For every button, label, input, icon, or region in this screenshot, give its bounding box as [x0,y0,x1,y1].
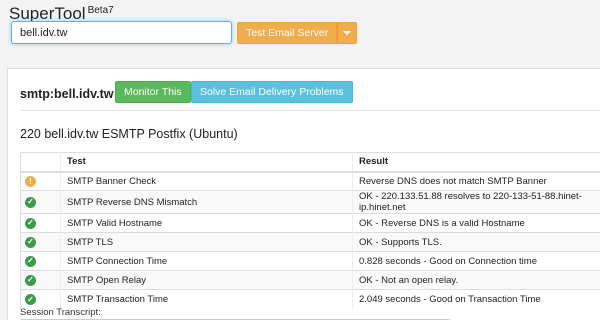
test-name-cell: SMTP Transaction Time [60,289,353,309]
status-cell: ✓ [20,190,61,214]
caret-down-icon [343,31,352,35]
results-panel: smtp:bell.idv.tw Monitor This Solve Emai… [7,68,600,320]
test-name-cell: SMTP TLS [60,232,353,252]
solve-email-delivery-button[interactable]: Solve Email Delivery Problems [191,81,353,103]
test-type-dropdown-toggle[interactable] [337,22,358,44]
status-cell: ✓ [20,213,61,233]
result-column-header: Result [352,152,600,173]
table-row: ✓ SMTP Valid Hostname OK - Reverse DNS is … [20,213,600,233]
check-circle-icon: ✓ [25,236,36,248]
check-circle-icon: ✓ [25,274,36,286]
test-name-cell: SMTP Banner Check [60,171,353,191]
check-circle-icon: ✓ [25,294,36,305]
test-name-cell: SMTP Connection Time [60,251,353,271]
beta-badge: Beta7 [87,5,114,16]
table-row: ✓ SMTP Connection Time 0.828 seconds - Goo… [20,251,600,271]
check-circle-icon: ✓ [25,255,36,267]
status-cell: ✓ [20,270,61,290]
test-email-server-button[interactable]: Test Email Server [237,22,338,44]
session-transcript-label: Session Transcript: [20,307,101,318]
check-circle-icon: ✓ [25,217,36,229]
status-cell: ✓ [20,289,61,309]
exclamation-circle-icon: ! [25,176,36,187]
result-cell: Reverse DNS does not match SMTP Banner [352,171,600,191]
table-row: ✓ SMTP TLS OK - Supports TLS. [20,232,600,252]
table-row: ✓ SMTP Transaction Time 2.049 seconds - Go… [20,289,600,309]
check-circle-icon: ✓ [25,196,36,208]
table-header-row: Test Result [20,152,600,173]
status-column-header [20,152,61,173]
test-column-header: Test [60,152,353,173]
domain-search-input[interactable] [11,21,232,44]
result-cell: 2.049 seconds - Good on Transaction Time [352,289,600,309]
divider [20,110,600,111]
result-cell: OK - Not an open relay. [352,270,600,290]
status-cell: ! [20,171,61,191]
table-row: ✓ SMTP Open Relay OK - Not an open relay. [20,270,600,290]
test-action-button-group: Test Email Server [237,22,358,44]
table-row: ! SMTP Banner Check Reverse DNS does not m… [20,171,600,191]
test-name-cell: SMTP Reverse DNS Mismatch [60,190,353,214]
table-row: ✓ SMTP Reverse DNS Mismatch OK - 220.133.5… [20,190,600,214]
results-table: Test Result ! SMTP Banner Check Reverse DN… [20,152,600,309]
status-cell: ✓ [20,232,61,252]
status-cell: ✓ [20,251,61,271]
host-title: smtp:bell.idv.tw [20,87,114,101]
result-cell: 0.828 seconds - Good on Connection time [352,251,600,271]
result-cell: OK - 220.133.51.88 resolves to 220-133-5… [352,190,600,214]
result-cell: OK - Reverse DNS is a valid Hostname [352,213,600,233]
monitor-this-button[interactable]: Monitor This [115,81,191,103]
result-cell: OK - Supports TLS. [352,232,600,252]
test-name-cell: SMTP Valid Hostname [60,213,353,233]
test-name-cell: SMTP Open Relay [60,270,353,290]
smtp-banner-text: 220 bell.idv.tw ESMTP Postfix (Ubuntu) [20,127,238,141]
